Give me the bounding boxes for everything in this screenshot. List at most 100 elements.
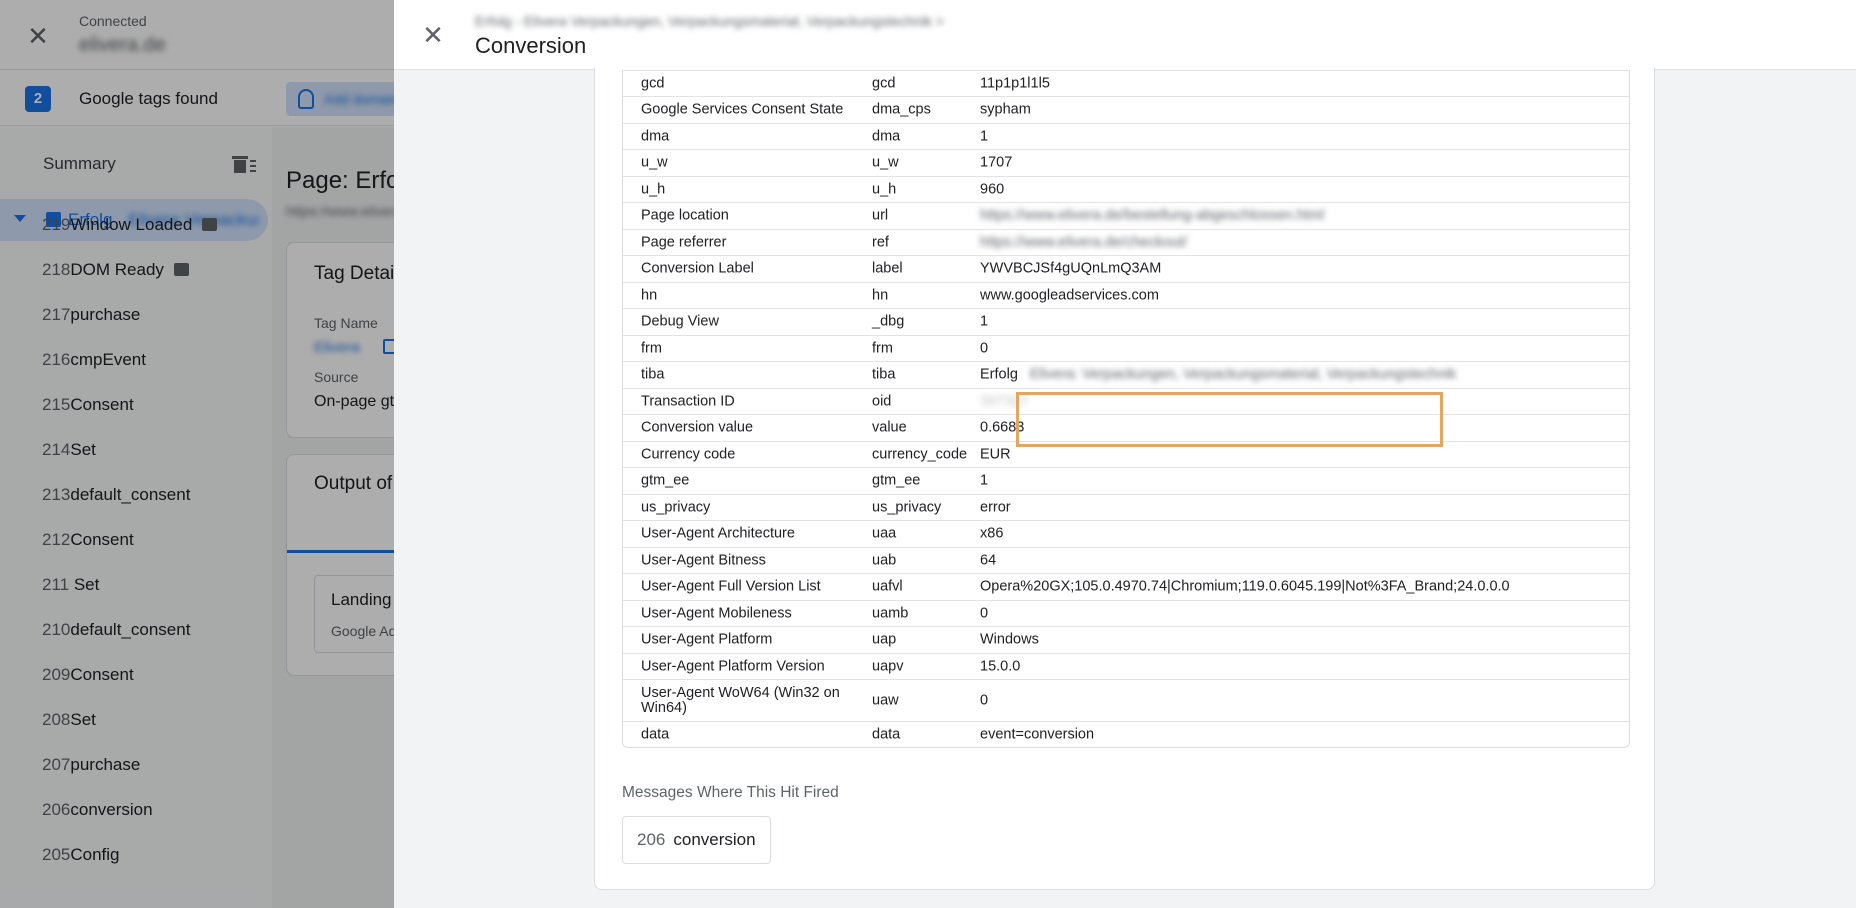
- param-name: User-Agent Mobileness: [641, 605, 792, 621]
- param-value: 15.0.0: [980, 658, 1021, 674]
- param-value: EUR: [980, 446, 1011, 462]
- param-value: 1: [980, 472, 989, 489]
- param-key: gcd: [872, 75, 896, 91]
- param-name: Page location: [641, 207, 729, 224]
- param-value-cell: 960: [980, 182, 1620, 197]
- table-row: User-Agent Platform Version uapv 15.0.0: [623, 653, 1629, 679]
- param-value-cell: https://www.elivera.de/checkout/: [980, 235, 1620, 250]
- param-name: Currency code: [641, 446, 736, 462]
- param-value: www.googleadservices.com: [980, 287, 1159, 303]
- table-row: Page referrer ref https://www.elivera.de/c…: [623, 229, 1629, 255]
- table-row: Conversion Label label YWVBCJSf4gUQnLmQ3AM: [623, 255, 1629, 282]
- table-row: gcd gcd 11p1p1l1l5: [623, 70, 1629, 96]
- param-value-cell: EUR: [980, 447, 1620, 462]
- param-key: uamb: [872, 605, 909, 621]
- param-value-cell: 1707: [980, 155, 1620, 171]
- param-name: Google Services Consent State: [641, 101, 844, 118]
- param-name: User-Agent Full Version List: [641, 578, 821, 595]
- param-key: hn: [872, 287, 889, 303]
- param-key: _dbg: [872, 313, 905, 330]
- param-key: data: [872, 726, 901, 742]
- param-value-cell: YWVBCJSf4gUQnLmQ3AM: [980, 260, 1620, 277]
- param-key: oid: [872, 393, 892, 409]
- param-value-cell: 11p1p1l1l5: [980, 76, 1620, 91]
- param-value: Opera%20GX;105.0.4970.74|Chromium;119.0.…: [980, 578, 1510, 595]
- param-key: uap: [872, 631, 897, 648]
- param-key: tiba: [872, 366, 896, 383]
- param-value-suffix: Elivera: Verpackungen, Verpackungsmateri…: [1029, 366, 1457, 383]
- param-value: 960: [980, 181, 1005, 197]
- param-value-cell: 15.0.0: [980, 659, 1620, 674]
- table-row: Google Services Consent State dma_cps syph…: [623, 96, 1629, 123]
- param-key: uaw: [872, 692, 899, 708]
- param-name: hn: [641, 287, 658, 303]
- param-name: User-Agent WoW64 (Win32 on Win64): [641, 684, 840, 716]
- param-value-cell: 0: [980, 693, 1620, 708]
- param-value-cell: error: [980, 500, 1620, 515]
- param-value: 0: [980, 340, 989, 356]
- table-row: Conversion value value 0.6683: [623, 414, 1629, 441]
- message-chip[interactable]: 206 conversion: [622, 816, 771, 864]
- close-icon[interactable]: ✕: [420, 22, 446, 48]
- table-row: Currency code currency_code EUR: [623, 441, 1629, 467]
- param-key: u_h: [872, 181, 897, 197]
- table-row: Debug View _dbg 1: [623, 308, 1629, 335]
- param-name: gcd: [641, 75, 665, 91]
- table-row: hn hn www.googleadservices.com: [623, 282, 1629, 308]
- param-value: 1: [980, 313, 989, 330]
- hit-detail-panel: ✕ Erfolg - Elivera Verpackungen, Verpack…: [394, 0, 1856, 908]
- table-row: frm frm 0: [623, 335, 1629, 361]
- param-name: u_h: [641, 181, 666, 197]
- param-value-cell: 1: [980, 129, 1620, 144]
- param-value-cell: 1: [980, 313, 1620, 330]
- param-value-cell: 1: [980, 472, 1620, 489]
- table-row: User-Agent Full Version List uafvl Opera%2…: [623, 573, 1629, 600]
- param-value-cell: sypham: [980, 102, 1620, 118]
- param-key: uafvl: [872, 578, 903, 595]
- param-name: User-Agent Bitness: [641, 552, 766, 568]
- param-key: uapv: [872, 658, 904, 674]
- param-value: YWVBCJSf4gUQnLmQ3AM: [980, 260, 1162, 277]
- param-name: gtm_ee: [641, 472, 690, 489]
- param-name: us_privacy: [641, 499, 711, 515]
- param-value-cell: https://www.elivera.de/bestellung-abgesc…: [980, 208, 1620, 224]
- param-value: https://www.elivera.de/checkout/: [980, 234, 1188, 250]
- param-value: 397327: [980, 393, 1029, 409]
- message-label: conversion: [673, 830, 756, 849]
- param-value-cell: event=conversion: [980, 727, 1620, 742]
- param-value-cell: www.googleadservices.com: [980, 288, 1620, 303]
- param-value: 11p1p1l1l5: [980, 75, 1050, 91]
- param-value: 0: [980, 692, 989, 708]
- param-name: u_w: [641, 154, 668, 171]
- table-row: User-Agent Architecture uaa x86: [623, 520, 1629, 547]
- table-row: tiba tiba Erfolg Elivera: Verpackungen, Ver…: [623, 361, 1629, 388]
- param-key: us_privacy: [872, 499, 942, 515]
- table-row: User-Agent WoW64 (Win32 on Win64) uaw 0: [623, 679, 1629, 721]
- table-row: u_w u_w 1707: [623, 149, 1629, 176]
- table-row: us_privacy us_privacy error: [623, 494, 1629, 520]
- param-key: currency_code: [872, 446, 968, 462]
- param-key: label: [872, 260, 903, 277]
- table-row: u_h u_h 960: [623, 176, 1629, 202]
- panel-header: ✕ Erfolg - Elivera Verpackungen, Verpack…: [394, 0, 1856, 70]
- param-name: data: [641, 726, 670, 742]
- table-row: User-Agent Platform uap Windows: [623, 626, 1629, 653]
- param-value-cell: Opera%20GX;105.0.4970.74|Chromium;119.0.…: [980, 578, 1620, 595]
- table-row: Page location url https://www.elivera.de/b…: [623, 202, 1629, 229]
- param-name: Transaction ID: [641, 393, 735, 409]
- parameters-table: gcd gcd 11p1p1l1l5 Google Services Consent …: [622, 70, 1630, 748]
- param-name: dma: [641, 128, 670, 144]
- param-key: u_w: [872, 154, 899, 171]
- param-value-cell: 0: [980, 606, 1620, 621]
- param-name: frm: [641, 340, 662, 356]
- param-value: 0: [980, 605, 989, 621]
- breadcrumb: Erfolg - Elivera Verpackungen, Verpackun…: [475, 13, 944, 29]
- param-name: Debug View: [641, 313, 719, 330]
- param-name: Conversion Label: [641, 260, 754, 277]
- table-row: User-Agent Mobileness uamb 0: [623, 600, 1629, 626]
- table-row: Transaction ID oid 397327: [623, 388, 1629, 414]
- table-row: dma dma 1: [623, 123, 1629, 149]
- param-value-cell: 397327: [980, 394, 1620, 409]
- param-value: Erfolg: [980, 366, 1018, 383]
- panel-title: Conversion: [475, 33, 587, 58]
